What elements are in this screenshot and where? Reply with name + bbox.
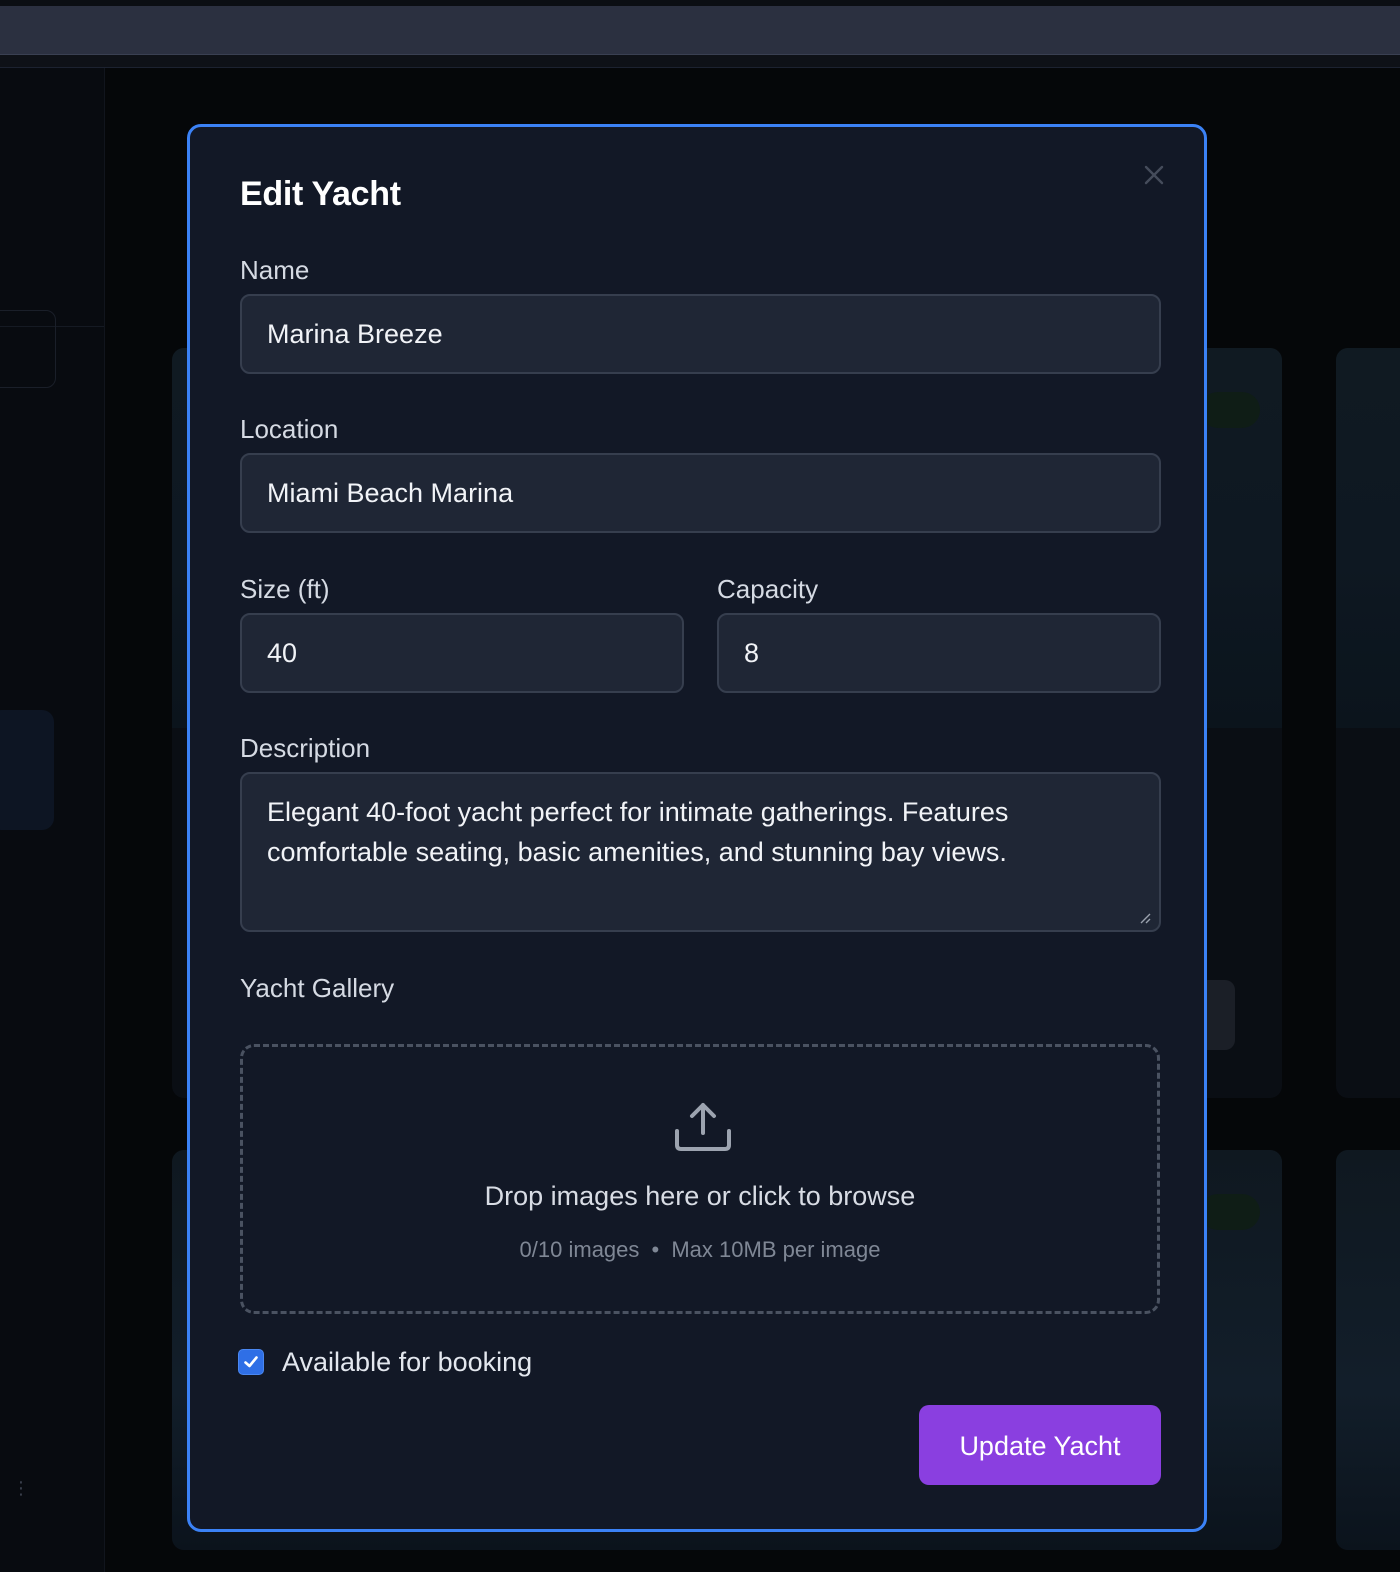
description-textarea[interactable]: Elegant 40-foot yacht perfect for intima… [240, 772, 1161, 932]
description-label: Description [240, 733, 371, 763]
size-input[interactable] [240, 613, 684, 693]
checkmark-icon [244, 1356, 258, 1368]
dropzone-limits: 0/10 images • Max 10MB per image [243, 1237, 1157, 1263]
background-yacht-card [1336, 1150, 1400, 1550]
capacity-input[interactable] [717, 613, 1161, 693]
header-divider [0, 55, 1400, 68]
resize-handle-icon[interactable] [1139, 912, 1151, 924]
more-vertical-icon: ⋮ [12, 1478, 30, 1498]
background-sidebar-active-item [0, 710, 54, 830]
size-label: Size (ft) [240, 574, 330, 604]
separator-dot: • [651, 1237, 660, 1262]
background-sidebar-panel [0, 310, 56, 388]
location-label: Location [240, 414, 339, 444]
close-icon[interactable] [1140, 163, 1168, 191]
available-label: Available for booking [282, 1346, 533, 1377]
background-yacht-card [1336, 348, 1400, 1098]
image-dropzone[interactable]: Drop images here or click to browse 0/10… [240, 1044, 1160, 1314]
edit-yacht-modal: Edit Yacht Name Location Size (ft) Capac… [187, 124, 1207, 1532]
update-yacht-button[interactable]: Update Yacht [919, 1405, 1161, 1485]
available-row: Available for booking [238, 1346, 532, 1378]
dropzone-instruction: Drop images here or click to browse [484, 1181, 916, 1211]
modal-title: Edit Yacht [240, 175, 401, 213]
name-input[interactable] [240, 294, 1161, 374]
location-input[interactable] [240, 453, 1161, 533]
upload-icon [675, 1103, 731, 1151]
available-checkbox[interactable] [238, 1349, 264, 1375]
background-yacht-image [1336, 348, 1400, 728]
image-count: 0/10 images [519, 1237, 640, 1262]
app-header [0, 6, 1400, 55]
name-label: Name [240, 255, 310, 285]
background-status-badge [1200, 1194, 1260, 1230]
size-limit: Max 10MB per image [671, 1237, 881, 1262]
background-status-badge [1200, 392, 1260, 428]
capacity-label: Capacity [717, 574, 819, 604]
description-wrapper: Elegant 40-foot yacht perfect for intima… [240, 772, 1161, 932]
gallery-label: Yacht Gallery [240, 973, 395, 1003]
background-yacht-image [1336, 1150, 1400, 1550]
